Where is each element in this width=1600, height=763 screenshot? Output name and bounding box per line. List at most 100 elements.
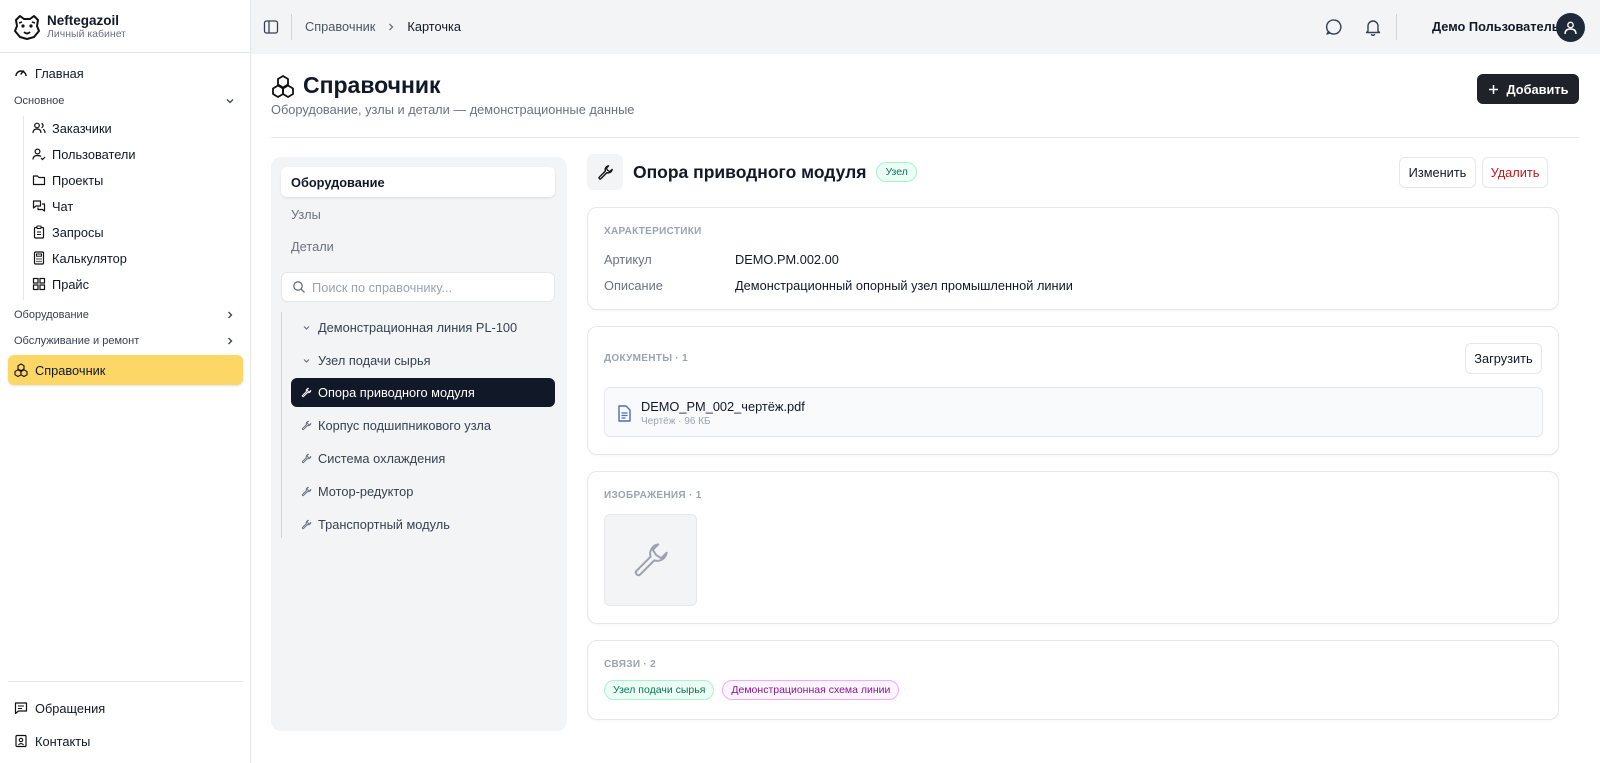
section-label: ДОКУМЕНТЫ · 1	[604, 353, 688, 364]
section-service[interactable]: Обслуживание и ремонт	[14, 331, 236, 351]
folder-icon	[32, 173, 46, 187]
wrench-icon	[301, 519, 312, 530]
sidebar: Neftegazoil Личный кабинет Главная Основ…	[0, 0, 251, 763]
sidebar-item-label: Справочник	[35, 362, 106, 378]
link-badge[interactable]: Демонстрационная схема линии	[722, 680, 900, 700]
file-meta: Чертёж · 96 КБ	[641, 416, 711, 427]
sidebar-item-catalog[interactable]: Справочник	[8, 355, 243, 385]
contact-book-icon	[14, 734, 28, 748]
search-box	[281, 272, 555, 302]
section-label: ИЗОБРАЖЕНИЯ · 1	[604, 490, 702, 501]
divider	[1396, 14, 1397, 40]
brand-name: Neftegazoil	[47, 13, 120, 28]
link-badge[interactable]: Узел подачи сырья	[604, 680, 715, 700]
nav-home-label: Главная	[35, 65, 84, 81]
section-label: СВЯЗИ · 2	[604, 659, 656, 670]
chevron-right-icon	[228, 337, 233, 345]
tree-item-label: Мотор-редуктор	[318, 484, 414, 499]
page-subtitle: Оборудование, узлы и детали — демонстрац…	[271, 102, 635, 117]
tree-item-selected[interactable]: Опора приводного модуля	[291, 378, 555, 407]
subnav-line	[23, 116, 24, 300]
upload-button[interactable]: Загрузить	[1465, 343, 1542, 374]
tab-equipment[interactable]: Оборудование	[281, 167, 555, 197]
tree-item[interactable]: Корпус подшипникового узла	[291, 411, 555, 440]
wrench-icon	[301, 420, 312, 431]
nav-home[interactable]: Главная	[8, 59, 243, 87]
sidebar-item-label: Проекты	[52, 172, 104, 188]
documents-card: ДОКУМЕНТЫ · 1 Загрузить DEMO_PM_002_черт…	[587, 326, 1559, 455]
tree-item[interactable]: Узел подачи сырья	[291, 346, 555, 375]
sidebar-item-price[interactable]: Прайс	[30, 272, 230, 296]
delete-button[interactable]: Удалить	[1482, 157, 1548, 188]
breadcrumb-link[interactable]: Справочник	[305, 19, 375, 34]
sidebar-item-support[interactable]: Обращения	[8, 694, 243, 722]
search-input[interactable]	[312, 279, 547, 295]
tree-item[interactable]: Демонстрационная линия PL-100	[291, 313, 555, 342]
wrench-icon	[634, 543, 668, 577]
chevron-right-icon	[385, 21, 397, 33]
sidebar-item-label: Пользователи	[52, 146, 136, 162]
divider	[291, 14, 292, 40]
calculator-icon	[32, 251, 46, 265]
sidebar-item-chat[interactable]: Чат	[30, 194, 230, 218]
chevron-down-icon	[226, 99, 234, 104]
sidebar-item-users[interactable]: Пользователи	[30, 142, 230, 166]
sidebar-item-requests[interactable]: Запросы	[30, 220, 230, 244]
plus-icon	[1488, 84, 1499, 95]
links-list: Узел подачи сырья Демонстрационная схема…	[604, 680, 900, 700]
image-thumbnail[interactable]	[604, 514, 697, 606]
clipboard-icon	[32, 225, 46, 239]
file-item[interactable]: DEMO_PM_002_чертёж.pdf Чертёж · 96 КБ	[604, 387, 1543, 437]
tree-item[interactable]: Система охлаждения	[291, 444, 555, 473]
section-main[interactable]: Основное	[14, 91, 236, 111]
sidebar-item-calculator[interactable]: Калькулятор	[30, 246, 230, 270]
tree-item[interactable]: Мотор-редуктор	[291, 477, 555, 506]
sidebar-item-label: Контакты	[35, 733, 91, 749]
edit-button[interactable]: Изменить	[1399, 157, 1476, 188]
chat-icon[interactable]	[1325, 18, 1343, 36]
sidebar-item-projects[interactable]: Проекты	[30, 168, 230, 192]
breadcrumb: Справочник Карточка	[305, 19, 461, 34]
user-check-icon	[32, 147, 46, 161]
user-icon	[1564, 21, 1577, 35]
links-card: СВЯЗИ · 2 Узел подачи сырья Демонстрацио…	[587, 640, 1559, 720]
brand-subtitle: Личный кабинет	[47, 28, 126, 40]
wrench-icon	[301, 486, 312, 497]
message-square-icon	[14, 701, 28, 715]
section-equipment[interactable]: Оборудование	[14, 305, 236, 325]
images-card: ИЗОБРАЖЕНИЯ · 1	[587, 471, 1559, 624]
tree-item-label: Транспортный модуль	[318, 517, 450, 532]
characteristics-card: ХАРАКТЕРИСТИКИ Артикул DEMO.PM.002.00 Оп…	[587, 207, 1559, 310]
tab-parts[interactable]: Детали	[281, 231, 555, 261]
field-value: Демонстрационный опорный узел промышленн…	[735, 278, 1073, 293]
add-button[interactable]: Добавить	[1477, 74, 1579, 104]
tree-item-label: Опора приводного модуля	[318, 385, 475, 400]
gauge-icon	[14, 66, 28, 80]
tree-item-label: Узел подачи сырья	[318, 353, 431, 368]
sidebar-item-contacts[interactable]: Контакты	[8, 727, 243, 755]
tree-item-label: Демонстрационная линия PL-100	[318, 320, 518, 335]
sidebar-item-label: Заказчики	[52, 120, 112, 136]
section-service-label: Обслуживание и ремонт	[14, 335, 140, 347]
brand-logo-icon	[14, 15, 40, 40]
search-icon	[292, 280, 306, 294]
wrench-icon	[301, 453, 312, 464]
bell-icon[interactable]	[1364, 18, 1382, 36]
tab-nodes[interactable]: Узлы	[281, 199, 555, 229]
tree-guide-line	[281, 312, 282, 538]
tree-item[interactable]: Транспортный модуль	[291, 510, 555, 539]
sidebar-toggle-icon[interactable]	[263, 19, 279, 35]
messages-icon	[32, 199, 46, 213]
sidebar-item-label: Прайс	[52, 276, 89, 292]
boxes-icon	[271, 74, 295, 98]
sidebar-item-customers[interactable]: Заказчики	[30, 116, 230, 140]
page-title-text: Справочник	[303, 72, 441, 98]
topbar: Справочник Карточка Демо Пользователь	[251, 0, 1600, 54]
avatar[interactable]	[1556, 13, 1585, 42]
section-equipment-label: Оборудование	[14, 309, 89, 321]
tree-item-label: Корпус подшипникового узла	[318, 418, 492, 433]
user-name[interactable]: Демо Пользователь	[1432, 19, 1560, 34]
brand[interactable]: Neftegazoil Личный кабинет	[12, 12, 126, 42]
main-content: Справочник Оборудование, узлы и детали —…	[251, 54, 1600, 763]
chevron-down-icon	[301, 322, 312, 333]
